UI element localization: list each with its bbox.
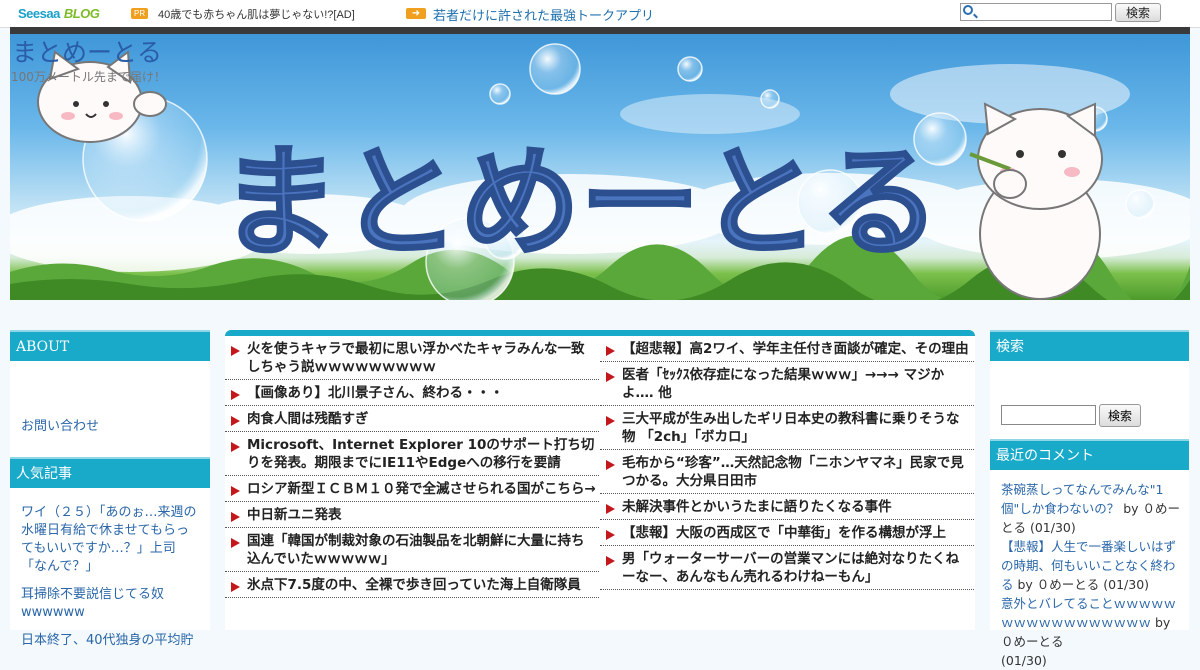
headline-item[interactable]: 【悲報】大阪の西成区で「中華街」を作る構想が浮上 — [600, 520, 974, 546]
search-heading: 検索 — [990, 330, 1189, 361]
arrow-right-icon: ➜ — [406, 8, 426, 19]
headline-text: 未解決事件とかいうたまに語りたくなる事件 — [622, 499, 892, 515]
headline-item[interactable]: ロシア新型ＩＣＢＭ１０発で全滅させられる国がこちら→ — [225, 476, 599, 502]
banner-illustration: まとめーとる — [10, 43, 1190, 300]
headline-column-left: 火を使うキャラで最初に思い浮かべたキャラみんな一致しちゃう説ｗｗｗｗｗｗｗｗｗ … — [225, 336, 599, 598]
triangle-bullet-icon — [606, 530, 615, 540]
right-sidebar: 検索 検索 最近のコメント 茶碗蒸しってなんでみんな"1個"しか食わないの？ b… — [990, 330, 1189, 668]
popular-article-link[interactable]: 日本終了、40代独身の平均貯 — [21, 632, 200, 650]
headline-item[interactable]: 氷点下7.5度の中、全裸で歩き回っていた海上自衛隊員 — [225, 572, 599, 598]
sidebar-search-input[interactable] — [1001, 405, 1096, 425]
popular-articles-list: ワイ（２５）「あのぉ…来週の水曜日有給で休ませてもらってもいいですか…？」上司「… — [10, 488, 210, 650]
headline-text: 氷点下7.5度の中、全裸で歩き回っていた海上自衛隊員 — [247, 577, 581, 593]
logo-main: Seesaa — [18, 6, 60, 21]
triangle-bullet-icon — [606, 346, 615, 356]
headline-text: 男「ウォーターサーバーの営業マンには絶対なりたくねーなー、あんなもん売れるわけね… — [622, 551, 960, 585]
comment-author: by ０めーとる (01/30) — [1017, 577, 1150, 592]
popular-heading: 人気記事 — [10, 457, 210, 488]
sidebar-search-button[interactable]: 検索 — [1099, 404, 1141, 427]
headline-text: ロシア新型ＩＣＢＭ１０発で全滅させられる国がこちら→ — [247, 481, 596, 497]
cat-right-illustration — [969, 102, 1103, 300]
triangle-bullet-icon — [606, 460, 615, 470]
about-heading: ABOUT — [10, 330, 210, 361]
recent-comments-list: 茶碗蒸しってなんでみんな"1個"しか食わないの？ by ０めーとる (01/30… — [990, 470, 1189, 670]
headline-item[interactable]: 医者「ｾｯｸｽ依存症になった結果ｗｗｗ」→→→ マジかよ‥‥ 他 — [600, 362, 974, 406]
about-widget: お問い合わせ — [10, 361, 210, 457]
top-search-input[interactable] — [977, 4, 1113, 22]
header-top-strip — [10, 27, 1190, 34]
headline-text: 医者「ｾｯｸｽ依存症になった結果ｗｗｗ」→→→ マジかよ‥‥ 他 — [622, 367, 945, 401]
headline-item[interactable]: 中日新ユニ発表 — [225, 502, 599, 528]
headline-item[interactable]: 【超悲報】高2ワイ、学年主任付き面談が確定、その理由 — [600, 336, 974, 362]
site-tagline: 100万メートル先まで届け！ — [11, 70, 166, 84]
recent-comments-heading: 最近のコメント — [990, 439, 1189, 470]
logo-sub: BLOG — [63, 6, 100, 21]
triangle-bullet-icon — [231, 442, 240, 452]
header-banner[interactable]: まとめーとる — [10, 34, 1190, 300]
headline-text: 三大平成が生み出したギリ日本史の教科書に乗りそうな物 「2ch」「ボカロ」 — [622, 411, 960, 445]
headline-item[interactable]: 肉食人間は残酷すぎ — [225, 406, 599, 432]
headline-text: 【超悲報】高2ワイ、学年主任付き面談が確定、その理由 — [622, 341, 969, 357]
headline-item[interactable]: 【画像あり】北川景子さん、終わる・・・ — [225, 380, 599, 406]
headline-item[interactable]: 国連「韓国が制裁対象の石油製品を北朝鮮に大量に持ち込んでいたｗｗｗｗｗ」 — [225, 528, 599, 572]
headline-item[interactable]: Microsoft、Internet Explorer 10のサポート打ち切りを… — [225, 432, 599, 476]
sidebar-search-widget: 検索 — [990, 361, 1189, 439]
triangle-bullet-icon — [606, 504, 615, 514]
comment-item: (01/30) — [1001, 651, 1181, 670]
headline-text: 国連「韓国が制裁対象の石油製品を北朝鮮に大量に持ち込んでいたｗｗｗｗｗ」 — [247, 533, 585, 567]
comment-item: 意外とバレてることｗｗｗｗｗｗｗｗｗｗｗｗｗｗｗｗｗ by ０めーとる — [1001, 594, 1181, 651]
headline-item[interactable]: 男「ウォーターサーバーの営業マンには絶対なりたくねーなー、あんなもん売れるわけね… — [600, 546, 974, 590]
triangle-bullet-icon — [231, 582, 240, 592]
seesaa-blog-logo[interactable]: Seesaa BLOG — [18, 6, 100, 21]
left-sidebar: ABOUT お問い合わせ 人気記事 ワイ（２５）「あのぉ…来週の水曜日有給で休ま… — [10, 330, 210, 648]
triangle-bullet-icon — [231, 486, 240, 496]
comment-item: 【悲報】人生で一番楽しいはずの時期、何もいいことなく終わる by ０めーとる (… — [1001, 537, 1181, 594]
triangle-bullet-icon — [606, 416, 615, 426]
headline-column-right: 【超悲報】高2ワイ、学年主任付き面談が確定、その理由 医者「ｾｯｸｽ依存症になっ… — [600, 336, 974, 590]
triangle-bullet-icon — [231, 416, 240, 426]
popular-article-link[interactable]: 耳掃除不要説信じてる奴wwwwww — [21, 586, 200, 622]
headline-text: Microsoft、Internet Explorer 10のサポート打ち切りを… — [247, 437, 595, 471]
popular-article-link[interactable]: ワイ（２５）「あのぉ…来週の水曜日有給で休ませてもらってもいいですか…？」上司「… — [21, 504, 200, 576]
headline-item[interactable]: 火を使うキャラで最初に思い浮かべたキャラみんな一致しちゃう説ｗｗｗｗｗｗｗｗｗ — [225, 336, 599, 380]
comment-article-link[interactable]: 意外とバレてることｗｗｗｗｗｗｗｗｗｗｗｗｗｗｗｗｗ — [1001, 596, 1176, 630]
headline-text: 肉食人間は残酷すぎ — [247, 411, 369, 427]
ad-link-left[interactable]: 40歳でも赤ちゃん肌は夢じゃない!?[AD] — [158, 6, 355, 22]
banner-logo-text: まとめーとる — [220, 134, 940, 273]
comment-date: (01/30) — [1001, 653, 1047, 668]
triangle-bullet-icon — [231, 390, 240, 400]
pr-badge: PR — [131, 8, 149, 19]
headline-item[interactable]: 未解決事件とかいうたまに語りたくなる事件 — [600, 494, 974, 520]
headline-text: 中日新ユニ発表 — [247, 507, 342, 523]
triangle-bullet-icon — [231, 512, 240, 522]
comment-item: 茶碗蒸しってなんでみんな"1個"しか食わないの？ by ０めーとる (01/30… — [1001, 480, 1181, 537]
ad-link-right[interactable]: 若者だけに許された最強トークアプリ — [433, 5, 654, 24]
triangle-bullet-icon — [231, 538, 240, 548]
contact-link[interactable]: お問い合わせ — [21, 417, 210, 436]
site-title[interactable]: まとめーとる — [12, 33, 162, 69]
headline-item[interactable]: 三大平成が生み出したギリ日本史の教科書に乗りそうな物 「2ch」「ボカロ」 — [600, 406, 974, 450]
headline-text: 毛布から“珍客”…天然記念物「ニホンヤマネ」民家で見つかる。大分県日田市 — [622, 455, 964, 489]
headline-text: 【画像あり】北川景子さん、終わる・・・ — [247, 385, 504, 401]
triangle-bullet-icon — [231, 346, 240, 356]
headline-item[interactable]: 毛布から“珍客”…天然記念物「ニホンヤマネ」民家で見つかる。大分県日田市 — [600, 450, 974, 494]
triangle-bullet-icon — [606, 372, 615, 382]
headline-text: 【悲報】大阪の西成区で「中華街」を作る構想が浮上 — [622, 525, 946, 541]
search-icon — [963, 5, 973, 15]
triangle-bullet-icon — [606, 556, 615, 566]
top-search-button[interactable]: 検索 — [1115, 3, 1161, 22]
top-search-box — [960, 3, 1113, 22]
headline-text: 火を使うキャラで最初に思い浮かべたキャラみんな一致しちゃう説ｗｗｗｗｗｗｗｗｗ — [247, 341, 585, 375]
article-headline-list: 火を使うキャラで最初に思い浮かべたキャラみんな一致しちゃう説ｗｗｗｗｗｗｗｗｗ … — [225, 330, 975, 630]
seesaa-top-bar: Seesaa BLOG PR 40歳でも赤ちゃん肌は夢じゃない!?[AD] ➜ 若… — [0, 0, 1200, 28]
